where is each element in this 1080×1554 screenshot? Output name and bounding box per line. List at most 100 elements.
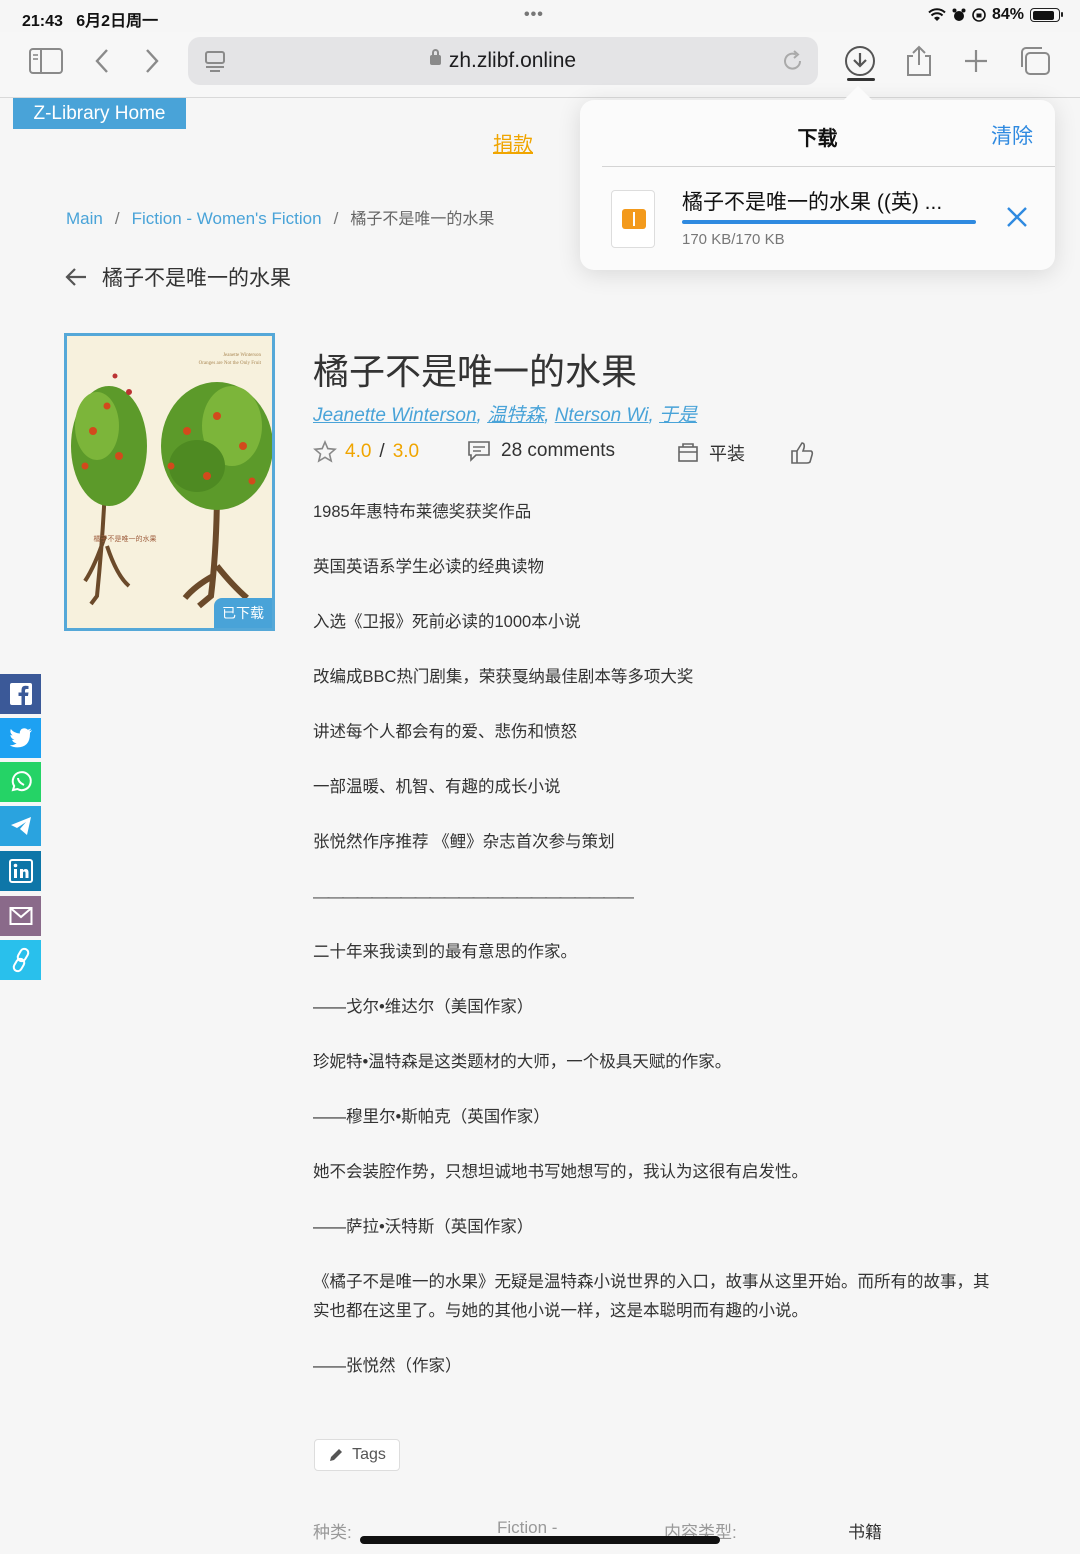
book-binding-icon [678,443,698,462]
download-icon [845,46,875,76]
description-line: ——穆里尔•斯帕克（英国作家） [313,1108,550,1126]
arrow-left-icon[interactable] [64,267,88,287]
twitter-share-button[interactable] [0,718,41,758]
battery-percent: 84% [991,6,1024,23]
facebook-share-button[interactable] [0,674,41,714]
description-line: 1985年惠特布莱德奖获奖作品 [313,503,532,521]
description-line: 《橘子不是唯一的水果》无疑是温特森小说世界的入口，故事从这里开始。而所有的故事，… [313,1273,990,1320]
description-line: 一部温暖、机智、有趣的成长小说 [313,778,561,796]
plus-icon [965,50,987,72]
home-indicator[interactable] [360,1536,720,1544]
comments-count: 28 comments [501,440,616,461]
author-link[interactable]: 于是 [659,405,697,426]
clear-downloads-button[interactable]: 清除 [991,120,1033,150]
author-link[interactable]: Jeanette Winterson [313,405,477,426]
description-line: 二十年来我读到的最有意思的作家。 [313,943,577,961]
book-description: 1985年惠特布莱德奖获奖作品 英国英语系学生必读的经典读物 入选《卫报》死前必… [313,498,993,1407]
facebook-icon [9,683,32,705]
lock-icon [429,49,441,65]
description-line: 她不会装腔作势，只想坦诚地书写她想写的，我认为这很有启发性。 [313,1163,808,1181]
category-value[interactable]: Fiction - [497,1518,557,1538]
description-line: ——萨拉•沃特斯（英国作家） [313,1218,534,1236]
linkedin-icon [8,859,33,883]
whatsapp-share-button[interactable] [0,762,41,802]
downloads-popover: 下载 清除 橘子不是唯一的水果 ((英) ... 170 KB/170 KB [580,85,1055,270]
chevron-left-icon [95,49,108,73]
book-meta-row: 4.0 / 3.0 28 comments 平装 [313,440,833,470]
rating-separator: / [379,441,385,462]
rating[interactable]: 4.0 / 3.0 [313,440,419,464]
description-line: ——戈尔•维达尔（美国作家） [313,998,534,1016]
tabs-icon [1021,47,1050,75]
tags-label: Tags [352,1446,386,1463]
tabs-overview-button[interactable] [1015,44,1055,78]
wifi-icon [928,8,946,21]
z-library-home-link[interactable]: Z-Library Home [13,98,186,129]
description-line: 英国英语系学生必读的经典读物 [313,558,544,576]
copy-link-button[interactable] [0,940,41,980]
telegram-icon [10,817,31,835]
downloads-indicator [847,78,875,81]
svg-text:Jeanette Winterson: Jeanette Winterson [223,353,261,358]
back-row: 橘子不是唯一的水果 [64,262,291,292]
download-file-size: 170 KB/170 KB [682,231,785,248]
browser-toolbar: zh.zlibf.online [0,32,1080,98]
content-type-value: 书籍 [848,1523,882,1542]
category-label: 种类: [313,1523,352,1542]
share-button[interactable] [899,44,939,78]
back-button[interactable] [82,44,122,78]
pencil-icon [330,1449,343,1461]
address-bar[interactable]: zh.zlibf.online [188,37,818,85]
breadcrumb-main[interactable]: Main [66,209,103,228]
reload-icon[interactable] [782,49,804,73]
ebook-file-icon[interactable] [611,190,655,248]
status-bar: 21:43 6月2日周一 ••• 84% [0,0,1080,32]
author-list: Jeanette Winterson, 温特森, Nterson Wi, 于是 [313,405,698,426]
binding-value: 平装 [709,444,745,464]
author-link[interactable]: Nterson Wi [555,405,649,426]
forward-button[interactable] [132,44,172,78]
downloads-button[interactable] [840,44,880,78]
donate-link[interactable]: 捐款 [493,128,533,157]
rating-quality: 3.0 [392,441,420,462]
download-progress-bar [682,220,976,224]
svg-text:Oranges are Not the Only Fruit: Oranges are Not the Only Fruit [199,361,262,366]
chevron-right-icon [146,49,159,73]
star-icon [313,440,337,463]
status-time: 21:43 6月2日周一 [22,13,159,30]
description-line: ——张悦然（作家） [313,1357,462,1375]
multitasking-dots[interactable]: ••• [524,6,544,24]
breadcrumb: Main / Fiction - Women's Fiction / 橘子不是唯一的水果 [66,209,495,228]
mail-icon [9,907,32,925]
share-icon [907,45,931,76]
description-line: 改编成BBC热门剧集，荣获戛纳最佳剧本等多项大奖 [313,668,694,686]
sidebar-toggle-button[interactable] [26,44,66,78]
svg-text:橘子不是唯一的水果: 橘子不是唯一的水果 [94,534,157,543]
battery-fill [1032,10,1054,20]
url-text[interactable]: zh.zlibf.online [188,49,818,73]
breadcrumb-category[interactable]: Fiction - Women's Fiction [132,209,322,228]
downloads-title: 下载 [797,128,838,150]
binding-info: 平装 [677,440,745,466]
thumbs-up-icon[interactable] [789,440,815,466]
downloaded-badge: 已下载 [214,598,272,628]
close-icon[interactable] [1006,206,1028,228]
link-icon [12,947,29,973]
comments-link[interactable]: 28 comments [467,440,615,462]
orientation-lock-icon [972,8,986,22]
book-cover[interactable]: Jeanette Winterson Oranges are Not the O… [64,333,275,631]
book-title: 橘子不是唯一的水果 [313,351,638,392]
tags-button[interactable]: Tags [314,1439,400,1471]
cover-illustration: Jeanette Winterson Oranges are Not the O… [67,336,272,628]
description-divider: —————————————————————— [313,888,634,906]
alarm-icon [952,8,966,21]
description-line: 张悦然作序推荐 《鲤》杂志首次参与策划 [313,833,615,851]
author-link[interactable]: 温特森 [487,405,544,426]
new-tab-button[interactable] [956,44,996,78]
breadcrumb-current: 橘子不是唯一的水果 [350,211,495,228]
linkedin-share-button[interactable] [0,851,41,891]
telegram-share-button[interactable] [0,806,41,846]
description-line: 讲述每个人都会有的爱、悲伤和愤怒 [313,723,577,741]
email-share-button[interactable] [0,896,41,936]
download-file-name[interactable]: 橘子不是唯一的水果 ((英) ... [682,186,972,216]
